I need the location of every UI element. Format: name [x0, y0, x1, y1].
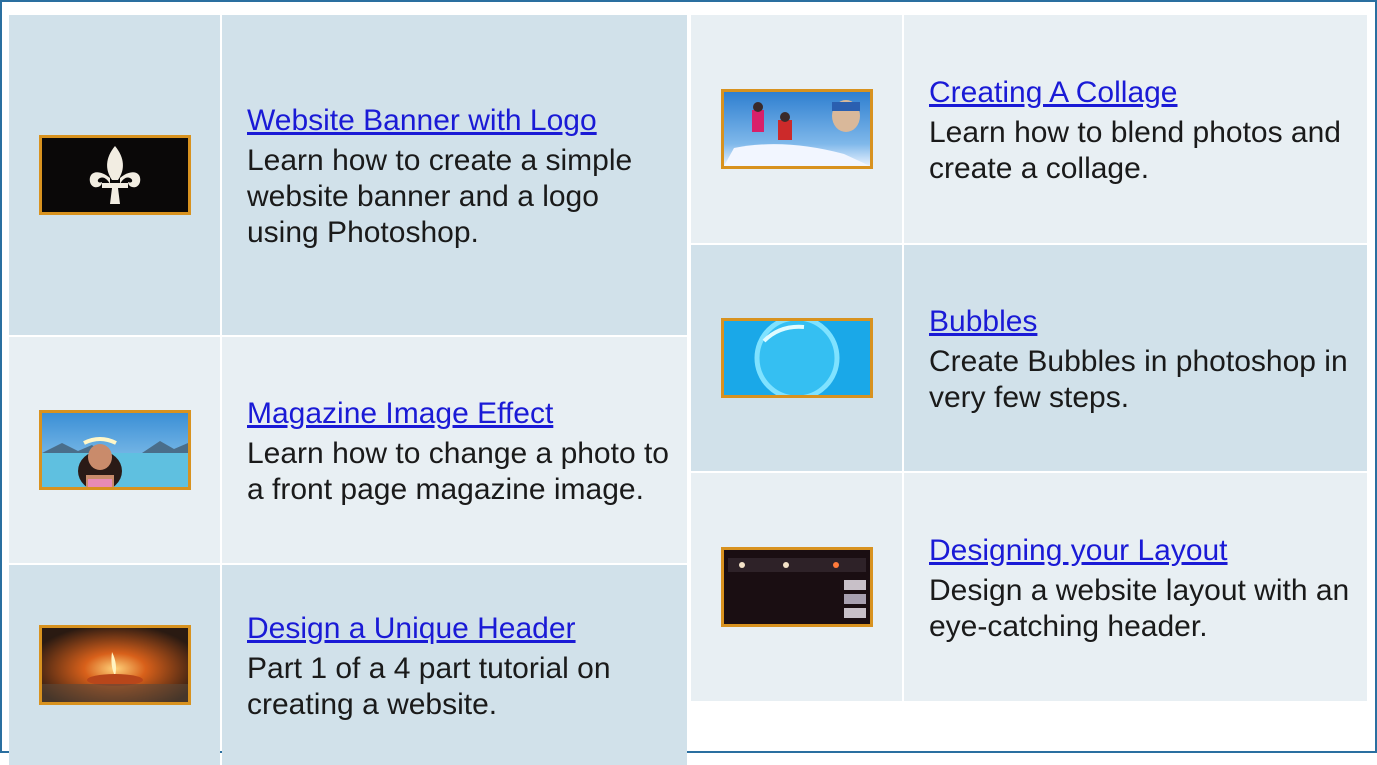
tutorial-description: Part 1 of a 4 part tutorial on creating … [247, 652, 611, 721]
candle-thumbnail[interactable] [38, 625, 191, 705]
tutorial-row: Magazine Image Effect Learn how to chang… [9, 337, 687, 563]
tutorial-description: Create Bubbles in photoshop in very few … [929, 345, 1348, 414]
tutorial-description: Learn how to change a photo to a front p… [247, 437, 669, 506]
tutorial-link[interactable]: Design a Unique Header [247, 607, 687, 651]
thumbnail-cell [691, 15, 902, 243]
thumbnail-cell [9, 15, 220, 335]
thumbnail-cell [691, 245, 902, 471]
tutorial-row: Design a Unique Header Part 1 of a 4 par… [9, 565, 687, 765]
tutorial-link[interactable]: Designing your Layout [929, 529, 1367, 573]
thumbnail-cell [691, 473, 902, 701]
tutorial-link[interactable]: Website Banner with Logo [247, 99, 687, 143]
tutorial-description: Design a website layout with an eye-catc… [929, 574, 1350, 643]
tutorial-text-cell: Website Banner with Logo Learn how to cr… [222, 15, 687, 335]
tutorial-row: Bubbles Create Bubbles in photoshop in v… [691, 245, 1367, 471]
thumbnail-cell [9, 337, 220, 563]
beach-photo-thumbnail[interactable] [38, 410, 191, 490]
tutorial-text-cell: Creating A Collage Learn how to blend ph… [904, 15, 1367, 243]
tutorial-text-cell: Magazine Image Effect Learn how to chang… [222, 337, 687, 563]
tutorial-row: Website Banner with Logo Learn how to cr… [9, 15, 687, 335]
tutorial-text-cell: Designing your Layout Design a website l… [904, 473, 1367, 701]
tutorial-link[interactable]: Creating A Collage [929, 71, 1367, 115]
tutorial-row: Designing your Layout Design a website l… [691, 473, 1367, 701]
tutorial-grid: Website Banner with Logo Learn how to cr… [0, 0, 1377, 765]
tutorial-description: Learn how to blend photos and create a c… [929, 116, 1341, 185]
bubble-thumbnail[interactable] [720, 318, 873, 398]
tutorial-text-cell: Design a Unique Header Part 1 of a 4 par… [222, 565, 687, 765]
tutorial-link[interactable]: Magazine Image Effect [247, 392, 687, 436]
tutorial-link[interactable]: Bubbles [929, 300, 1367, 344]
website-layout-thumbnail[interactable] [720, 547, 873, 627]
tutorial-text-cell: Bubbles Create Bubbles in photoshop in v… [904, 245, 1367, 471]
skiers-collage-thumbnail[interactable] [720, 89, 873, 169]
tutorial-row: Creating A Collage Learn how to blend ph… [691, 15, 1367, 243]
fleur-de-lis-thumbnail[interactable] [38, 135, 191, 215]
tutorial-description: Learn how to create a simple website ban… [247, 144, 633, 249]
thumbnail-cell [9, 565, 220, 765]
